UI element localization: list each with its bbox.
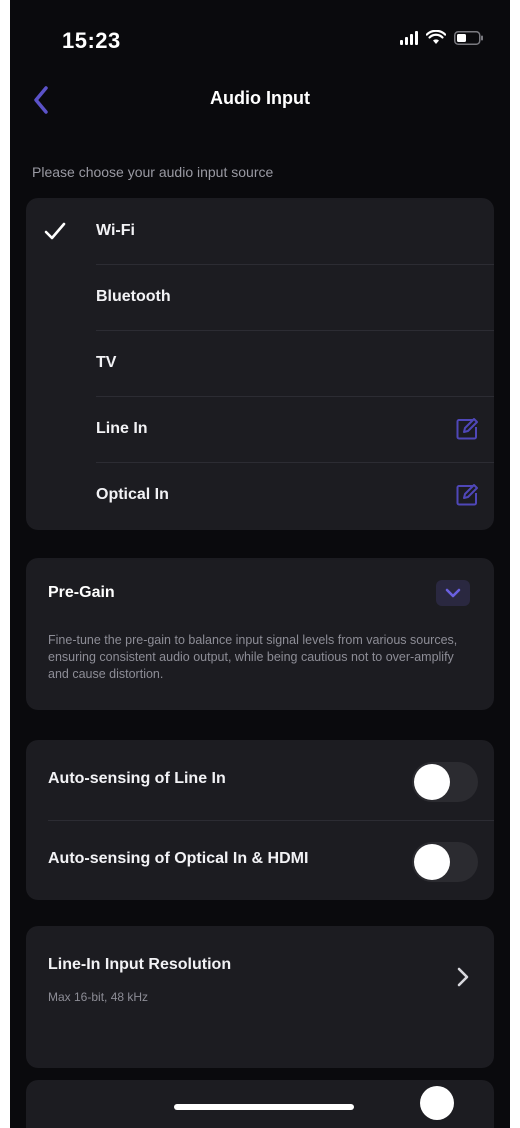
audio-source-list: Wi-Fi Bluetooth TV Line In Optical In — [26, 198, 494, 530]
phone-screen: 15:23 Audio Input Please choose your aud… — [10, 0, 510, 1128]
pre-gain-expand-button[interactable] — [436, 580, 470, 606]
auto-sensing-line-in-toggle[interactable] — [412, 762, 478, 802]
edit-square-icon[interactable] — [454, 416, 480, 447]
source-option-bluetooth[interactable]: Bluetooth — [26, 264, 494, 330]
edit-square-icon[interactable] — [454, 482, 480, 513]
auto-sensing-card: Auto-sensing of Line In Auto-sensing of … — [26, 740, 494, 900]
source-option-tv[interactable]: TV — [26, 330, 494, 396]
auto-sensing-optical-toggle[interactable] — [412, 842, 478, 882]
pre-gain-title: Pre-Gain — [48, 584, 115, 601]
source-prompt: Please choose your audio input source — [32, 164, 274, 180]
toggle-knob — [414, 764, 450, 800]
toggle-knob[interactable] — [420, 1086, 454, 1120]
auto-sensing-optical-row: Auto-sensing of Optical In & HDMI — [26, 820, 494, 900]
page-title: Audio Input — [210, 88, 310, 108]
source-option-optical-in[interactable]: Optical In — [26, 462, 494, 528]
chevron-down-icon — [445, 588, 461, 598]
status-icons — [400, 30, 484, 45]
wifi-icon — [426, 30, 446, 45]
source-label: Wi-Fi — [96, 222, 135, 239]
source-label: Optical In — [96, 486, 169, 503]
source-label: Line In — [96, 420, 148, 437]
toggle-label: Auto-sensing of Line In — [48, 770, 226, 787]
chevron-right-icon — [456, 966, 470, 993]
toggle-label: Auto-sensing of Optical In & HDMI — [48, 850, 309, 867]
source-label: TV — [96, 354, 117, 371]
source-option-wifi[interactable]: Wi-Fi — [26, 198, 494, 264]
cellular-signal-icon — [400, 30, 418, 45]
navigation-bar: Audio Input — [10, 80, 510, 120]
battery-icon — [454, 30, 484, 45]
toggle-knob — [414, 844, 450, 880]
source-option-line-in[interactable]: Line In — [26, 396, 494, 462]
checkmark-icon — [42, 218, 68, 249]
source-label: Bluetooth — [96, 288, 171, 305]
status-bar: 15:23 — [10, 0, 510, 80]
resolution-title: Line-In Input Resolution — [48, 956, 232, 973]
status-time: 15:23 — [62, 28, 121, 53]
pre-gain-card: Pre-Gain Fine-tune the pre-gain to balan… — [26, 558, 494, 710]
pre-gain-description: Fine-tune the pre-gain to balance input … — [48, 633, 458, 681]
line-in-resolution-row[interactable]: Line-In Input Resolution Max 16-bit, 48 … — [26, 926, 494, 1068]
resolution-subtitle: Max 16-bit, 48 kHz — [48, 990, 149, 1004]
auto-sensing-line-in-row: Auto-sensing of Line In — [26, 740, 494, 820]
home-indicator[interactable] — [174, 1104, 354, 1110]
